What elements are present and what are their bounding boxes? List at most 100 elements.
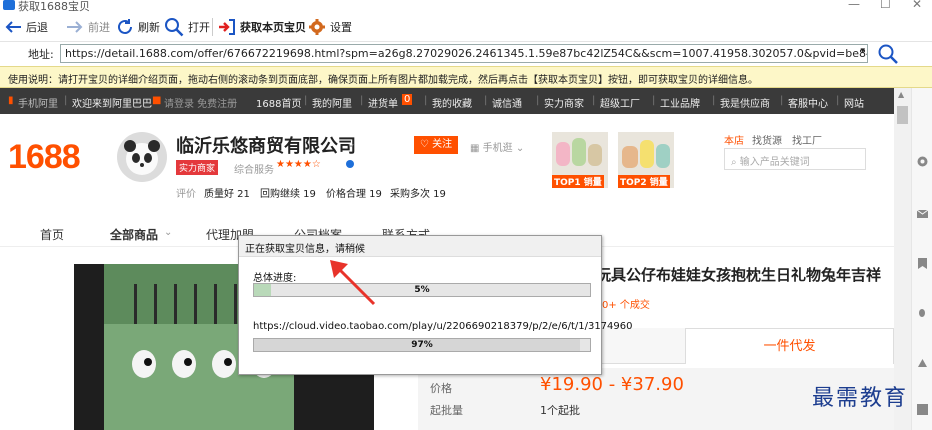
moq-value: 1个起批 — [540, 404, 580, 417]
nav-item-my-ali[interactable]: 我的阿里 — [312, 95, 352, 110]
price-label: 价格 — [430, 382, 452, 395]
shop-search-input[interactable]: ⌕ 输入产品关键词 — [724, 148, 866, 170]
toolbar-separator — [212, 18, 213, 36]
maximize-button[interactable]: ☐ — [880, 0, 891, 11]
nav-item-industrial-brand[interactable]: 工业品牌 — [660, 95, 700, 110]
open-label: 打开 — [188, 21, 210, 34]
vertical-scrollbar[interactable]: ▲ — [894, 88, 911, 430]
go-search-icon[interactable] — [876, 43, 900, 65]
forward-button[interactable]: 前进 — [66, 16, 110, 38]
fetch-icon — [219, 19, 235, 35]
chevron-down-icon[interactable]: ▾ — [860, 46, 865, 56]
usage-tip-text: 使用说明：请打开宝贝的详细介绍页面，拖动右侧的滚动条到页面底部，确保页面上所有图… — [8, 75, 758, 86]
back-arrow-icon — [5, 21, 21, 33]
nav-item-power-merchant[interactable]: 实力商家 — [544, 95, 584, 110]
back-label: 后退 — [26, 21, 48, 34]
refresh-icon — [118, 19, 132, 34]
forward-label: 前进 — [88, 21, 110, 34]
mobile-shop-link[interactable]: ▦ 手机逛 ⌄ — [470, 139, 524, 154]
scroll-up-icon[interactable]: ▲ — [898, 90, 904, 99]
metric-price: 价格合理 19 — [326, 189, 382, 200]
address-label: 地址: — [28, 48, 54, 61]
link-this-shop[interactable]: 本店 — [724, 132, 744, 147]
metric-quality: 质量好 21 — [204, 189, 250, 200]
tab-home[interactable]: 首页 — [40, 226, 64, 243]
window-titlebar: 获取1688宝贝 — ☐ ✕ — [0, 0, 932, 13]
current-file-url: https://cloud.video.taobao.com/play/u/22… — [253, 321, 633, 332]
mobile-shop-label: 手机逛 — [482, 143, 513, 154]
settings-label: 设置 — [330, 21, 352, 34]
nav-login-link[interactable]: 请登录 免费注册 — [164, 95, 237, 110]
user-icon: ■ — [152, 95, 162, 106]
overall-progress-label: 总体进度: — [253, 273, 297, 284]
open-button[interactable]: 打开 — [164, 16, 210, 38]
address-url: https://detail.1688.com/offer/6766722196… — [65, 47, 867, 60]
address-row: 地址: https://detail.1688.com/offer/676672… — [0, 42, 932, 66]
chat-icon[interactable] — [917, 156, 928, 167]
price-range: ¥19.90 - ¥37.90 — [540, 374, 684, 395]
chevron-down-icon[interactable]: ⌄ — [346, 136, 356, 150]
review-label: 评价 — [176, 189, 196, 200]
nav-item-site[interactable]: 网站 — [844, 95, 864, 110]
service-stars: ★★★★☆ — [276, 159, 321, 170]
panda-avatar-icon — [124, 140, 160, 175]
tab-all-products[interactable]: 全部商品 — [110, 226, 158, 243]
progress-dialog[interactable]: 正在获取宝贝信息，请稍候 总体进度: 5% https://cloud.vide… — [238, 235, 633, 375]
cart-count-badge: 0 — [402, 94, 413, 105]
address-input[interactable]: https://detail.1688.com/offer/6766722196… — [60, 44, 868, 63]
top1-product-thumb[interactable]: TOP1 销量 — [552, 132, 608, 188]
metric-repurchase: 回购继续 19 — [260, 189, 316, 200]
right-tool-rail — [911, 88, 932, 430]
dialog-body: 总体进度: 5% https://cloud.video.taobao.com/… — [239, 256, 633, 374]
up-arrow-icon[interactable] — [917, 358, 928, 369]
fetch-page-button[interactable]: 获取本页宝贝 — [218, 16, 306, 38]
link-find-source[interactable]: 找货源 — [752, 132, 782, 147]
power-merchant-badge: 实力商家 — [176, 160, 219, 175]
nav-mobile-link[interactable]: 手机阿里 — [18, 95, 58, 110]
watermark: 最需教育 — [812, 386, 909, 411]
nav-item-trustpass[interactable]: 诚信通 — [492, 95, 522, 110]
refresh-label: 刷新 — [138, 21, 160, 34]
top2-badge: TOP2 销量 — [618, 175, 670, 188]
search-icon — [165, 18, 184, 37]
shop-name[interactable]: 临沂乐悠商贸有限公司 — [176, 132, 356, 158]
service-label: 综合服务 — [234, 165, 274, 176]
info-dot-icon — [346, 160, 354, 168]
metric-multiple-purchase: 采购多次 19 — [390, 189, 446, 200]
nav-item-favorites[interactable]: 我的收藏 — [432, 95, 472, 110]
nav-item-home[interactable]: 1688首页 — [256, 95, 301, 110]
settings-button[interactable]: 设置 — [308, 16, 352, 38]
nav-item-super-factory[interactable]: 超级工厂 — [600, 95, 640, 110]
product-title: 玩具公仔布娃娃女孩抱枕生日礼物兔年吉祥 — [596, 266, 882, 284]
refresh-button[interactable]: 刷新 — [116, 16, 160, 38]
back-button[interactable]: 后退 — [4, 16, 48, 38]
link-find-factory[interactable]: 找工厂 — [792, 132, 822, 147]
nav-welcome: 欢迎来到阿里巴巴 — [72, 99, 152, 110]
nav-item-supplier[interactable]: 我是供应商 — [720, 95, 770, 110]
follow-button[interactable]: ♡ 关注 — [414, 136, 458, 154]
usage-tip-bar: 使用说明：请打开宝贝的详细介绍页面，拖动右侧的滚动条到页面底部，确保页面上所有图… — [0, 66, 932, 88]
moq-label: 起批量 — [430, 404, 463, 417]
mail-icon[interactable] — [917, 208, 928, 219]
footprint-icon[interactable] — [917, 308, 928, 319]
site-logo[interactable]: 1688 — [8, 138, 81, 177]
overall-progress-text: 5% — [414, 285, 430, 295]
search-icon: ⌕ — [731, 157, 737, 168]
mobile-icon: ▮ — [8, 95, 14, 106]
overall-progress-bar: 5% — [253, 283, 591, 297]
site-top-nav: ▮ 手机阿里 | 欢迎来到阿里巴巴 ■ 请登录 免费注册 1688首页 | 我的… — [0, 88, 894, 114]
minimize-button[interactable]: — — [848, 0, 860, 11]
top2-product-thumb[interactable]: TOP2 销量 — [618, 132, 674, 188]
bookmark-icon[interactable] — [917, 258, 928, 269]
close-button[interactable]: ✕ — [912, 0, 922, 11]
file-progress-bar: 97% — [253, 338, 591, 352]
toolbar: 后退 前进 刷新 打开 获取本页宝贝 设置 — [0, 12, 932, 42]
grid-icon[interactable] — [917, 404, 928, 415]
shop-avatar[interactable] — [117, 132, 167, 182]
nav-item-service[interactable]: 客服中心 — [788, 95, 828, 110]
tab-dropship[interactable]: 一件代发 — [685, 328, 894, 364]
scrollbar-thumb[interactable] — [897, 106, 908, 124]
file-progress-text: 97% — [411, 340, 433, 350]
annotation-arrow — [330, 260, 376, 306]
nav-item-cart[interactable]: 进货单 — [368, 95, 398, 110]
